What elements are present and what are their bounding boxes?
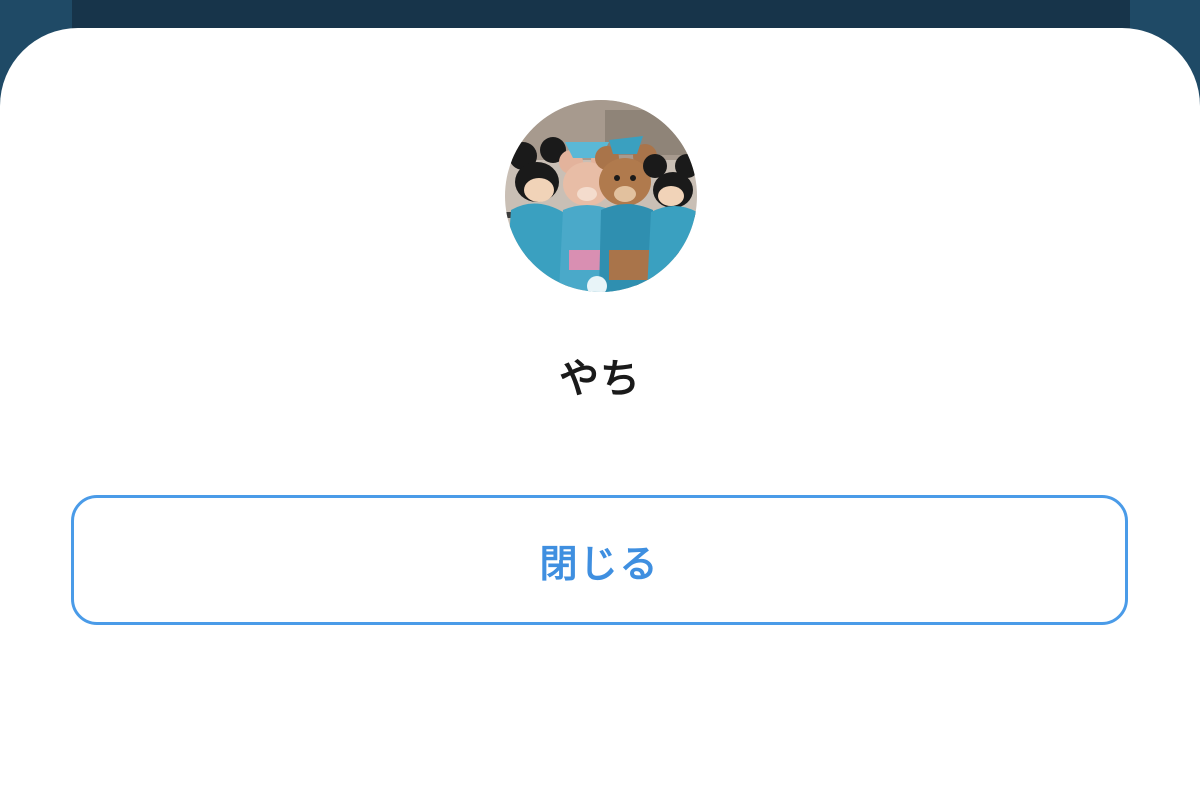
avatar [505, 100, 697, 292]
profile-bottom-sheet: やち 閉じる [0, 28, 1200, 800]
close-button[interactable]: 閉じる [71, 495, 1128, 625]
profile-display-name: やち [559, 356, 641, 402]
avatar-photo-icon [505, 100, 697, 292]
close-button-label: 閉じる [539, 541, 660, 586]
